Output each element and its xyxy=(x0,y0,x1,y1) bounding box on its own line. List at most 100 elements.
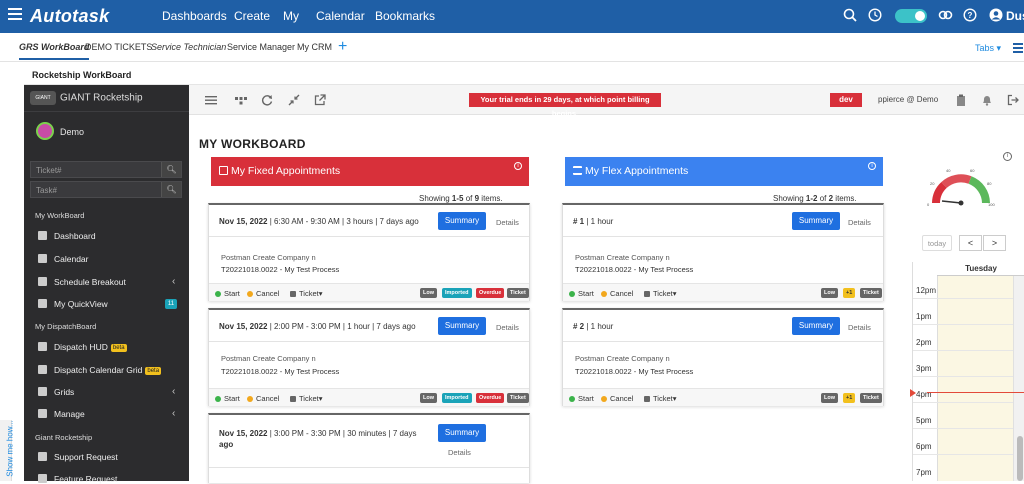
ticket-title[interactable]: T20221018.0022 - My Test Process xyxy=(221,265,339,274)
ticket-title[interactable]: T20221018.0022 - My Test Process xyxy=(575,367,693,376)
cancel-action[interactable]: Cancel xyxy=(601,394,633,403)
nav-my[interactable]: My xyxy=(283,9,299,23)
user-avatar-icon[interactable] xyxy=(988,8,1004,24)
logout-icon[interactable] xyxy=(1007,94,1019,106)
search-icon[interactable]: 🔍︎ xyxy=(161,182,181,197)
summary-button[interactable]: Summary xyxy=(792,317,840,335)
scrollbar-thumb[interactable] xyxy=(1017,436,1023,481)
next-button[interactable]: > xyxy=(983,235,1006,251)
clock-icon[interactable] xyxy=(867,8,883,24)
prev-button[interactable]: < xyxy=(959,235,982,251)
cancel-icon xyxy=(247,290,253,297)
menu-icon[interactable] xyxy=(205,94,217,106)
ticket-dropdown[interactable]: Ticket▾ xyxy=(644,289,677,298)
info-icon[interactable]: i xyxy=(868,162,876,170)
nav-create[interactable]: Create xyxy=(234,9,270,23)
summary-button[interactable]: Summary xyxy=(438,317,486,335)
tab-demo-tickets[interactable]: DEMO TICKETS xyxy=(85,42,152,52)
nav-bookmarks[interactable]: Bookmarks xyxy=(375,9,435,23)
sidebar-item-grids[interactable]: Grids xyxy=(38,387,74,397)
gauge-tick: 60 xyxy=(970,168,975,173)
cancel-action[interactable]: Cancel xyxy=(601,289,633,298)
sitemap-icon[interactable] xyxy=(235,94,247,106)
task-search-input[interactable]: Task# 🔍︎ xyxy=(30,181,182,198)
link-icon[interactable] xyxy=(937,8,953,24)
info-icon[interactable]: i xyxy=(1003,152,1012,161)
ticket-title[interactable]: T20221018.0022 - My Test Process xyxy=(221,367,339,376)
ticket-icon xyxy=(644,290,650,297)
card-footer: Start Cancel Ticket▾ Low +1 Ticket xyxy=(563,283,883,301)
tab-service-manager[interactable]: Service Manager xyxy=(227,42,295,52)
start-label: Start xyxy=(578,394,594,403)
sidebar-item-manage[interactable]: Manage xyxy=(38,409,85,419)
details-link[interactable]: Details xyxy=(496,218,519,227)
add-tab-icon[interactable]: + xyxy=(338,38,347,56)
start-label: Start xyxy=(224,289,240,298)
tab-menu-icon[interactable] xyxy=(1013,43,1023,55)
details-link[interactable]: Details xyxy=(448,448,471,457)
summary-button[interactable]: Summary xyxy=(792,212,840,230)
chevron-left-icon[interactable]: ‹ xyxy=(172,408,175,419)
tabs-dropdown[interactable]: Tabs ▾ xyxy=(975,43,1001,54)
tab-service-technician[interactable]: Service Technician xyxy=(151,42,226,52)
sidebar-item-dashboard[interactable]: Dashboard xyxy=(38,231,96,241)
chevron-left-icon[interactable]: ‹ xyxy=(172,276,175,287)
sidebar-item-support-request[interactable]: Support Request xyxy=(38,452,118,462)
env-badge: dev xyxy=(830,93,862,107)
hamburger-menu-icon[interactable] xyxy=(8,8,22,22)
sidebar-item-dispatch-hud[interactable]: Dispatch HUD beta xyxy=(38,342,127,352)
sidebar-item-dispatch-calendar-grid[interactable]: Dispatch Calendar Grid beta xyxy=(38,365,162,375)
compress-icon[interactable] xyxy=(288,94,300,106)
info-icon[interactable]: i xyxy=(514,162,522,170)
beta-badge: beta xyxy=(145,367,162,375)
clipboard-icon[interactable] xyxy=(955,94,967,106)
nav-dashboards[interactable]: Dashboards xyxy=(162,9,227,23)
table-icon xyxy=(38,387,47,396)
external-link-icon[interactable] xyxy=(314,94,326,106)
start-action[interactable]: Start xyxy=(215,394,240,403)
summary-button[interactable]: Summary xyxy=(438,424,486,442)
refresh-icon[interactable] xyxy=(261,94,273,106)
details-link[interactable]: Details xyxy=(496,323,519,332)
autotask-logo[interactable]: Autotask xyxy=(30,6,109,27)
details-link[interactable]: Details xyxy=(848,218,871,227)
sidebar-item-calendar[interactable]: Calendar xyxy=(38,254,89,264)
sidebar-item-my-quickview[interactable]: My QuickView xyxy=(38,299,108,309)
start-action[interactable]: Start xyxy=(569,289,594,298)
details-link[interactable]: Details xyxy=(848,323,871,332)
search-icon[interactable] xyxy=(842,8,858,24)
tab-my-crm[interactable]: My CRM xyxy=(297,42,332,52)
search-icon[interactable]: 🔍︎ xyxy=(161,162,181,177)
sidebar-item-schedule-breakout[interactable]: Schedule Breakout xyxy=(38,277,126,287)
calendar-day-column[interactable] xyxy=(937,276,1013,481)
user-name[interactable]: Dus xyxy=(1006,9,1024,23)
help-icon[interactable]: ? xyxy=(962,8,978,24)
nav-calendar[interactable]: Calendar xyxy=(316,9,365,23)
show-me-how-label[interactable]: Show me how... xyxy=(6,420,15,476)
sidebar-item-feature-request[interactable]: Feature Request xyxy=(38,474,117,484)
hour-label: 2pm xyxy=(916,338,932,347)
scrollbar[interactable] xyxy=(1013,276,1024,481)
chevron-left-icon[interactable]: ‹ xyxy=(172,386,175,397)
tab-grs-workboard[interactable]: GRS WorkBoard xyxy=(19,42,90,60)
show-me-how-tab[interactable]: Show me how... xyxy=(0,420,15,481)
ticket-dropdown[interactable]: Ticket▾ xyxy=(290,394,323,403)
cancel-action[interactable]: Cancel xyxy=(247,394,279,403)
plus-one-badge: +1 xyxy=(843,288,856,298)
summary-button[interactable]: Summary xyxy=(438,212,486,230)
cancel-action[interactable]: Cancel xyxy=(247,289,279,298)
start-action[interactable]: Start xyxy=(569,394,594,403)
toggle-switch[interactable] xyxy=(895,9,927,23)
sidebar-user[interactable]: Demo xyxy=(60,127,84,137)
avatar[interactable] xyxy=(36,122,54,140)
divider xyxy=(24,111,189,112)
toolbar-user[interactable]: ppierce @ Demo xyxy=(878,95,938,104)
ticket-dropdown[interactable]: Ticket▾ xyxy=(290,289,323,298)
ticket-dropdown[interactable]: Ticket▾ xyxy=(644,394,677,403)
status-badge: Imported xyxy=(442,288,472,298)
today-button[interactable]: today xyxy=(922,235,952,251)
ticket-title[interactable]: T20221018.0022 - My Test Process xyxy=(575,265,693,274)
bell-icon[interactable] xyxy=(981,94,993,106)
start-action[interactable]: Start xyxy=(215,289,240,298)
ticket-search-input[interactable]: Ticket# 🔍︎ xyxy=(30,161,182,178)
